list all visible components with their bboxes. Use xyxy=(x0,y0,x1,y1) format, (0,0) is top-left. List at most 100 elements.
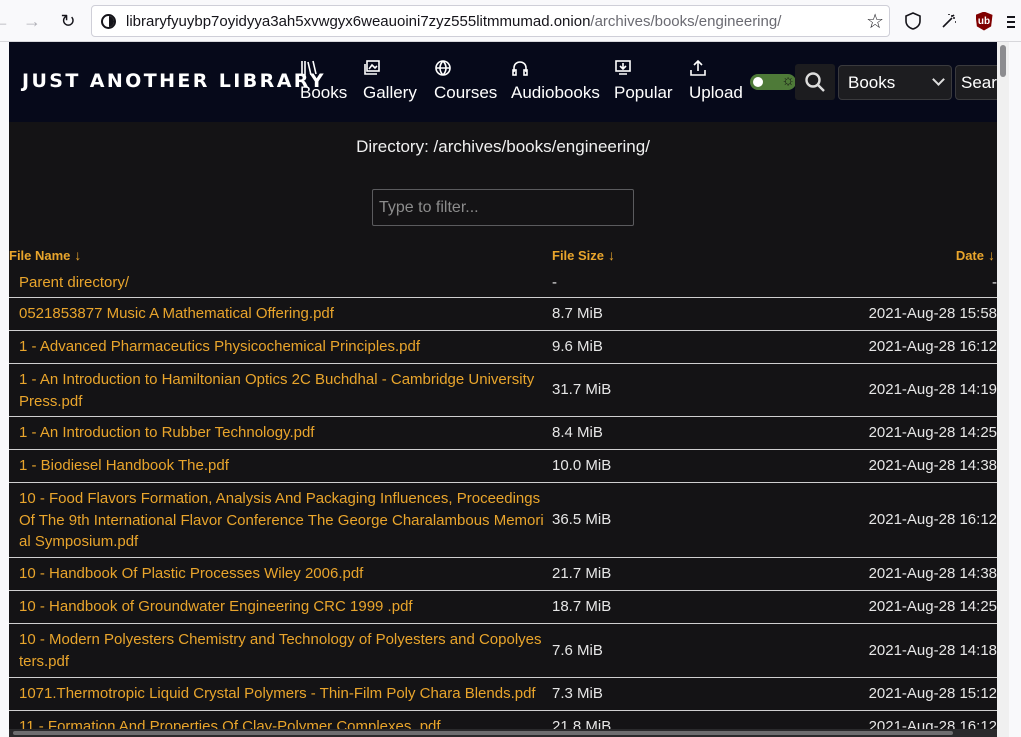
sort-arrow-icon: ↓ xyxy=(74,247,82,263)
table-row: 1 - An Introduction to Hamiltonian Optic… xyxy=(9,364,997,417)
file-date: 2021-Aug-28 14:18 xyxy=(868,642,997,659)
file-date: 2021-Aug-28 16:12 xyxy=(868,338,997,355)
nav-popular[interactable]: Popular xyxy=(614,59,673,103)
parent-directory-link[interactable]: Parent directory/ xyxy=(19,272,544,294)
file-size: 31.7 MiB xyxy=(552,381,612,398)
reload-icon[interactable]: ↻ xyxy=(55,8,81,34)
file-date: 2021-Aug-28 15:58 xyxy=(868,305,997,322)
file-date: 2021-Aug-28 16:12 xyxy=(868,511,997,528)
file-date: 2021-Aug-28 14:25 xyxy=(868,598,997,615)
file-size: 7.3 MiB xyxy=(552,685,603,702)
table-row: 1071.Thermotropic Liquid Crystal Polymer… xyxy=(9,678,997,711)
sort-file-size[interactable]: File Size ↓ xyxy=(552,247,615,263)
table-row: 1 - Advanced Pharmaceutics Physicochemic… xyxy=(9,331,997,364)
file-link[interactable]: 1 - An Introduction to Rubber Technology… xyxy=(19,422,544,444)
scrollbar-thumb[interactable] xyxy=(13,731,953,735)
table-row: 10 - Modern Polyesters Chemistry and Tec… xyxy=(9,624,997,678)
file-link[interactable]: 1 - Biodiesel Handbook The.pdf xyxy=(19,455,544,477)
nav-books[interactable]: Books xyxy=(300,59,347,103)
headphones-icon xyxy=(511,59,533,81)
file-size: - xyxy=(552,274,557,291)
nav-courses[interactable]: Courses xyxy=(434,59,497,103)
search-icon xyxy=(805,72,825,92)
search-submit-button[interactable]: Search xyxy=(955,65,997,100)
nav-courses-label: Courses xyxy=(434,83,498,102)
toggle-knob xyxy=(753,77,763,87)
file-size: 9.6 MiB xyxy=(552,338,603,355)
file-link[interactable]: 1 - An Introduction to Hamiltonian Optic… xyxy=(19,369,544,412)
file-link[interactable]: 10 - Modern Polyesters Chemistry and Tec… xyxy=(19,629,544,672)
table-row: 1 - Biodiesel Handbook The.pdf 10.0 MiB … xyxy=(9,450,997,483)
nav-gallery[interactable]: Gallery xyxy=(363,59,417,103)
bookmark-star-icon[interactable]: ☆ xyxy=(866,9,884,34)
url-path: /archives/books/engineering/ xyxy=(590,13,782,30)
file-size: 36.5 MiB xyxy=(552,511,612,528)
file-date: 2021-Aug-28 14:38 xyxy=(868,565,997,582)
nav-books-label: Books xyxy=(300,83,348,102)
file-size: 21.7 MiB xyxy=(552,565,612,582)
url-text[interactable]: libraryfyuybp7oyidyya3ah5xvwgyx6weauoini… xyxy=(126,13,781,30)
ublock-icon[interactable]: ub xyxy=(972,9,996,33)
sort-arrow-icon: ↓ xyxy=(988,247,995,263)
search-type-select[interactable]: Books xyxy=(838,65,952,100)
table-row: 1 - An Introduction to Rubber Technology… xyxy=(9,417,997,450)
scrollbar-thumb[interactable] xyxy=(1000,45,1006,77)
window-gutter xyxy=(1009,42,1021,737)
address-bar[interactable]: libraryfyuybp7oyidyya3ah5xvwgyx6weauoini… xyxy=(91,5,890,37)
nav-gallery-label: Gallery xyxy=(363,83,417,102)
forward-arrow-icon[interactable]: → xyxy=(19,8,45,34)
browser-toolbar: ← → ↻ libraryfyuybp7oyidyya3ah5xvwgyx6we… xyxy=(0,0,1021,42)
back-arrow-icon[interactable]: ← xyxy=(0,8,14,34)
courses-icon xyxy=(434,59,456,81)
column-header-size: File Size xyxy=(552,248,605,263)
gallery-icon xyxy=(363,59,385,81)
sun-icon: ☼ xyxy=(781,72,795,89)
onion-icon[interactable] xyxy=(101,14,116,29)
file-link[interactable]: 1071.Thermotropic Liquid Crystal Polymer… xyxy=(19,683,544,705)
nav-audiobooks-label: Audiobooks xyxy=(511,83,600,102)
url-host: libraryfyuybp7oyidyya3ah5xvwgyx6weauoini… xyxy=(126,13,591,30)
file-link[interactable]: 10 - Handbook of Groundwater Engineering… xyxy=(19,596,544,618)
site-header: Just Another Library Books Gallery Cours… xyxy=(9,42,997,122)
sort-date[interactable]: Date ↓ xyxy=(956,247,995,263)
column-header-date: Date xyxy=(955,248,984,263)
file-size: 10.0 MiB xyxy=(552,457,612,474)
file-date: 2021-Aug-28 14:19 xyxy=(868,381,997,398)
sort-file-name[interactable]: File Name ↓ xyxy=(9,247,81,263)
nav-popular-label: Popular xyxy=(614,83,673,102)
popular-icon xyxy=(614,59,636,81)
file-date: 2021-Aug-28 14:25 xyxy=(868,424,997,441)
horizontal-scrollbar[interactable] xyxy=(9,729,997,737)
upload-icon xyxy=(689,59,711,81)
file-date: 2021-Aug-28 14:38 xyxy=(868,457,997,474)
file-size: 8.7 MiB xyxy=(552,305,603,322)
table-row: Parent directory/ - - xyxy=(9,265,997,298)
theme-toggle[interactable]: ☼ xyxy=(750,72,796,90)
search-type-value: Books xyxy=(848,73,896,92)
shield-icon[interactable] xyxy=(901,9,925,33)
filter-input[interactable] xyxy=(372,189,634,226)
file-size: 18.7 MiB xyxy=(552,598,612,615)
file-link[interactable]: 1 - Advanced Pharmaceutics Physicochemic… xyxy=(19,336,544,358)
nav-upload[interactable]: Upload xyxy=(689,59,743,103)
file-date: 2021-Aug-28 15:12 xyxy=(868,685,997,702)
menu-icon[interactable] xyxy=(1007,9,1021,33)
page-content: Just Another Library Books Gallery Cours… xyxy=(9,42,997,737)
table-row: 0521853877 Music A Mathematical Offering… xyxy=(9,298,997,331)
file-link[interactable]: 10 - Food Flavors Formation, Analysis An… xyxy=(19,488,544,553)
file-size: 7.6 MiB xyxy=(552,642,603,659)
file-link[interactable]: 10 - Handbook Of Plastic Processes Wiley… xyxy=(19,563,544,585)
chevron-down-icon xyxy=(932,73,945,86)
table-row: 10 - Handbook Of Plastic Processes Wiley… xyxy=(9,558,997,591)
vertical-scrollbar[interactable] xyxy=(997,42,1009,737)
site-logo[interactable]: Just Another Library xyxy=(22,70,326,92)
file-size: 8.4 MiB xyxy=(552,424,603,441)
nav-audiobooks[interactable]: Audiobooks xyxy=(511,59,600,103)
sort-arrow-icon: ↓ xyxy=(608,247,616,263)
table-row: 10 - Food Flavors Formation, Analysis An… xyxy=(9,483,997,558)
magic-wand-icon[interactable] xyxy=(937,9,961,33)
file-link[interactable]: 0521853877 Music A Mathematical Offering… xyxy=(19,303,544,325)
search-button[interactable] xyxy=(795,64,835,100)
books-icon xyxy=(300,59,322,81)
column-header-name: File Name xyxy=(9,248,71,263)
